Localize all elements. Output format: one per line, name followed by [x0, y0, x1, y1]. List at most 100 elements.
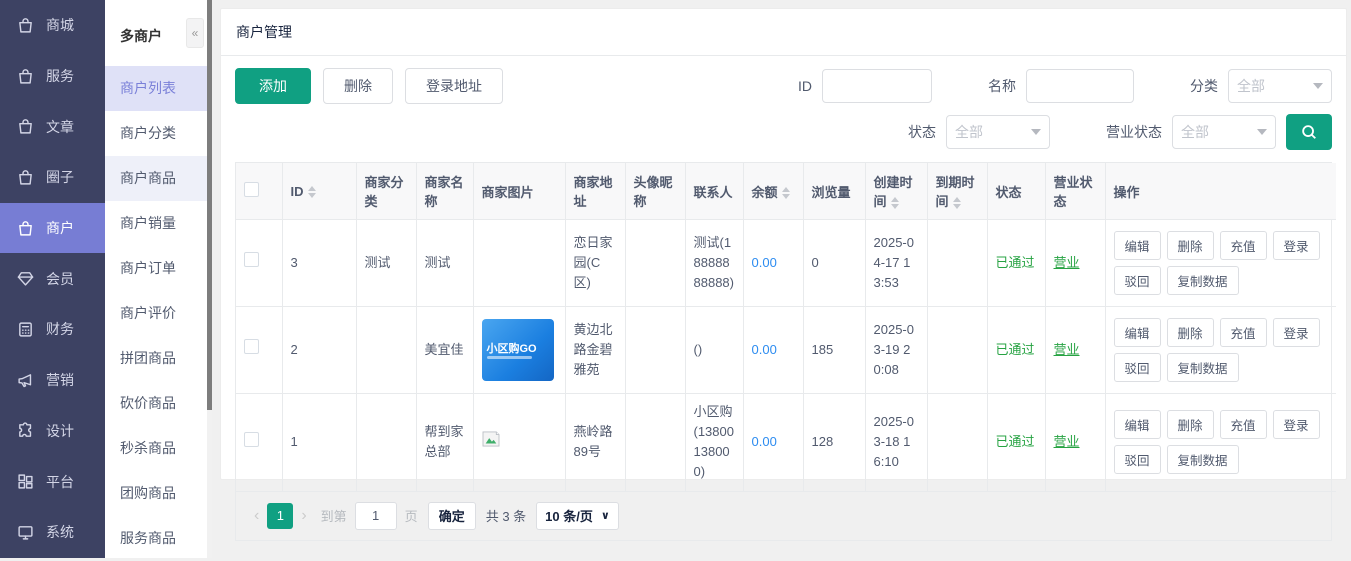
row-action-button[interactable]: 复制数据 [1167, 266, 1239, 295]
login-address-button[interactable]: 登录地址 [405, 68, 503, 104]
sort-arrows-icon[interactable] [891, 197, 899, 209]
search-button[interactable] [1286, 114, 1332, 150]
row-action-button[interactable]: 删除 [1167, 318, 1214, 347]
filter-status-select[interactable]: 全部 [946, 115, 1050, 149]
submenu-item-1[interactable]: 商户列表 [105, 66, 207, 111]
row-action-button[interactable]: 登录 [1273, 318, 1320, 347]
delete-button[interactable]: 删除 [323, 68, 393, 104]
per-page-select[interactable]: 10 条/页 ∨ [536, 502, 619, 530]
submenu-item-7[interactable]: 拼团商品 [105, 336, 207, 381]
column-header-expire[interactable]: 到期时间 [927, 163, 987, 220]
cell-address: 恋日家园(C区) [565, 220, 625, 307]
business-status-link[interactable]: 营业 [1054, 342, 1080, 357]
sidebar-item-8[interactable]: 营销 [0, 355, 105, 406]
column-header-contact: 联系人 [685, 163, 743, 220]
circle-icon [17, 169, 34, 186]
cell-biz_status: 营业 [1045, 394, 1105, 492]
cell-views: 128 [803, 394, 865, 492]
column-label: 联系人 [694, 185, 733, 200]
prev-page-button[interactable]: ‹ [254, 507, 259, 525]
row-action-button[interactable]: 驳回 [1114, 353, 1161, 382]
cell-address: 燕岭路89号 [565, 394, 625, 492]
row-checkbox[interactable] [244, 432, 259, 447]
column-header-category: 商家分类 [356, 163, 416, 220]
select-all-checkbox[interactable] [244, 182, 259, 197]
sidebar-item-3[interactable]: 文章 [0, 101, 105, 152]
sidebar-item-4[interactable]: 圈子 [0, 152, 105, 203]
row-action-button[interactable]: 驳回 [1114, 445, 1161, 474]
column-header-created[interactable]: 创建时间 [865, 163, 927, 220]
cell-created: 2025-03-18 16:10 [865, 394, 927, 492]
mall-icon [17, 17, 34, 34]
balance-link[interactable]: 0.00 [752, 255, 777, 270]
goto-page-input[interactable] [355, 502, 397, 530]
sidebar-collapse-button[interactable]: « [186, 18, 204, 48]
row-action-button[interactable]: 充值 [1220, 410, 1267, 439]
cell-name: 测试 [416, 220, 473, 307]
row-action-button[interactable]: 编辑 [1114, 318, 1161, 347]
submenu-item-4[interactable]: 商户销量 [105, 201, 207, 246]
row-checkbox[interactable] [244, 252, 259, 267]
submenu-item-3[interactable]: 商户商品 [105, 156, 207, 201]
cell-image: 小区购GO [473, 307, 565, 394]
sidebar-item-11[interactable]: 系统 [0, 507, 105, 558]
row-action-button[interactable]: 充值 [1220, 318, 1267, 347]
page-number-1[interactable]: 1 [267, 503, 293, 529]
row-action-button[interactable]: 删除 [1167, 231, 1214, 260]
sidebar-item-6[interactable]: 会员 [0, 253, 105, 304]
goto-confirm-button[interactable]: 确定 [428, 502, 476, 530]
sidebar-item-2[interactable]: 服务 [0, 51, 105, 102]
row-action-button[interactable]: 编辑 [1114, 410, 1161, 439]
row-action-button[interactable]: 登录 [1273, 231, 1320, 260]
cell-checkbox [236, 307, 282, 394]
sidebar-item-label: 系统 [46, 522, 74, 542]
sort-arrows-icon[interactable] [308, 186, 316, 198]
sidebar-item-label: 文章 [46, 117, 74, 137]
row-checkbox[interactable] [244, 339, 259, 354]
page-title: 商户管理 [221, 9, 1346, 56]
submenu-item-5[interactable]: 商户订单 [105, 246, 207, 291]
add-button[interactable]: 添加 [235, 68, 311, 104]
row-action-button[interactable]: 登录 [1273, 410, 1320, 439]
row-action-button[interactable]: 复制数据 [1167, 445, 1239, 474]
cell-avatar [625, 220, 685, 307]
filter-business-status-label: 营业状态 [1106, 122, 1162, 142]
filter-business-status-select[interactable]: 全部 [1172, 115, 1276, 149]
next-page-button[interactable]: › [301, 507, 306, 525]
filter-category-label: 分类 [1190, 76, 1218, 96]
submenu-item-9[interactable]: 秒杀商品 [105, 426, 207, 471]
row-action-button[interactable]: 复制数据 [1167, 353, 1239, 382]
column-header-balance[interactable]: 余额 [743, 163, 803, 220]
cell-id: 2 [282, 307, 356, 394]
row-action-button[interactable]: 编辑 [1114, 231, 1161, 260]
submenu-item-8[interactable]: 砍价商品 [105, 381, 207, 426]
cell-avatar [625, 307, 685, 394]
sidebar-item-7[interactable]: 财务 [0, 304, 105, 355]
sidebar-item-9[interactable]: 设计 [0, 406, 105, 457]
sort-arrows-icon[interactable] [782, 187, 790, 199]
sidebar-item-5[interactable]: 商户 [0, 203, 105, 254]
filter-name-input[interactable] [1026, 69, 1134, 103]
column-header-id[interactable]: ID [282, 163, 356, 220]
cell-created: 2025-04-17 13:53 [865, 220, 927, 307]
row-action-button[interactable]: 充值 [1220, 231, 1267, 260]
business-status-link[interactable]: 营业 [1054, 434, 1080, 449]
filter-category-select[interactable]: 全部 [1228, 69, 1332, 103]
merchant-table: ID商家分类商家名称商家图片商家地址头像昵称联系人余额浏览量创建时间到期时间状态… [235, 162, 1332, 541]
balance-link[interactable]: 0.00 [752, 342, 777, 357]
sidebar-item-1[interactable]: 商城 [0, 0, 105, 51]
total-count-label: 共 3 条 [486, 506, 526, 525]
sidebar-item-10[interactable]: 平台 [0, 456, 105, 507]
filter-id-input[interactable] [822, 69, 932, 103]
sort-arrows-icon[interactable] [953, 197, 961, 209]
business-status-link[interactable]: 营业 [1054, 255, 1080, 270]
balance-link[interactable]: 0.00 [752, 434, 777, 449]
submenu-item-2[interactable]: 商户分类 [105, 111, 207, 156]
row-action-button[interactable]: 删除 [1167, 410, 1214, 439]
submenu-item-11[interactable]: 服务商品 [105, 516, 207, 561]
submenu-item-10[interactable]: 团购商品 [105, 471, 207, 516]
submenu-item-6[interactable]: 商户评价 [105, 291, 207, 336]
merchant-image[interactable]: 小区购GO [482, 319, 554, 381]
row-action-button[interactable]: 驳回 [1114, 266, 1161, 295]
column-label: 营业状态 [1054, 175, 1093, 209]
